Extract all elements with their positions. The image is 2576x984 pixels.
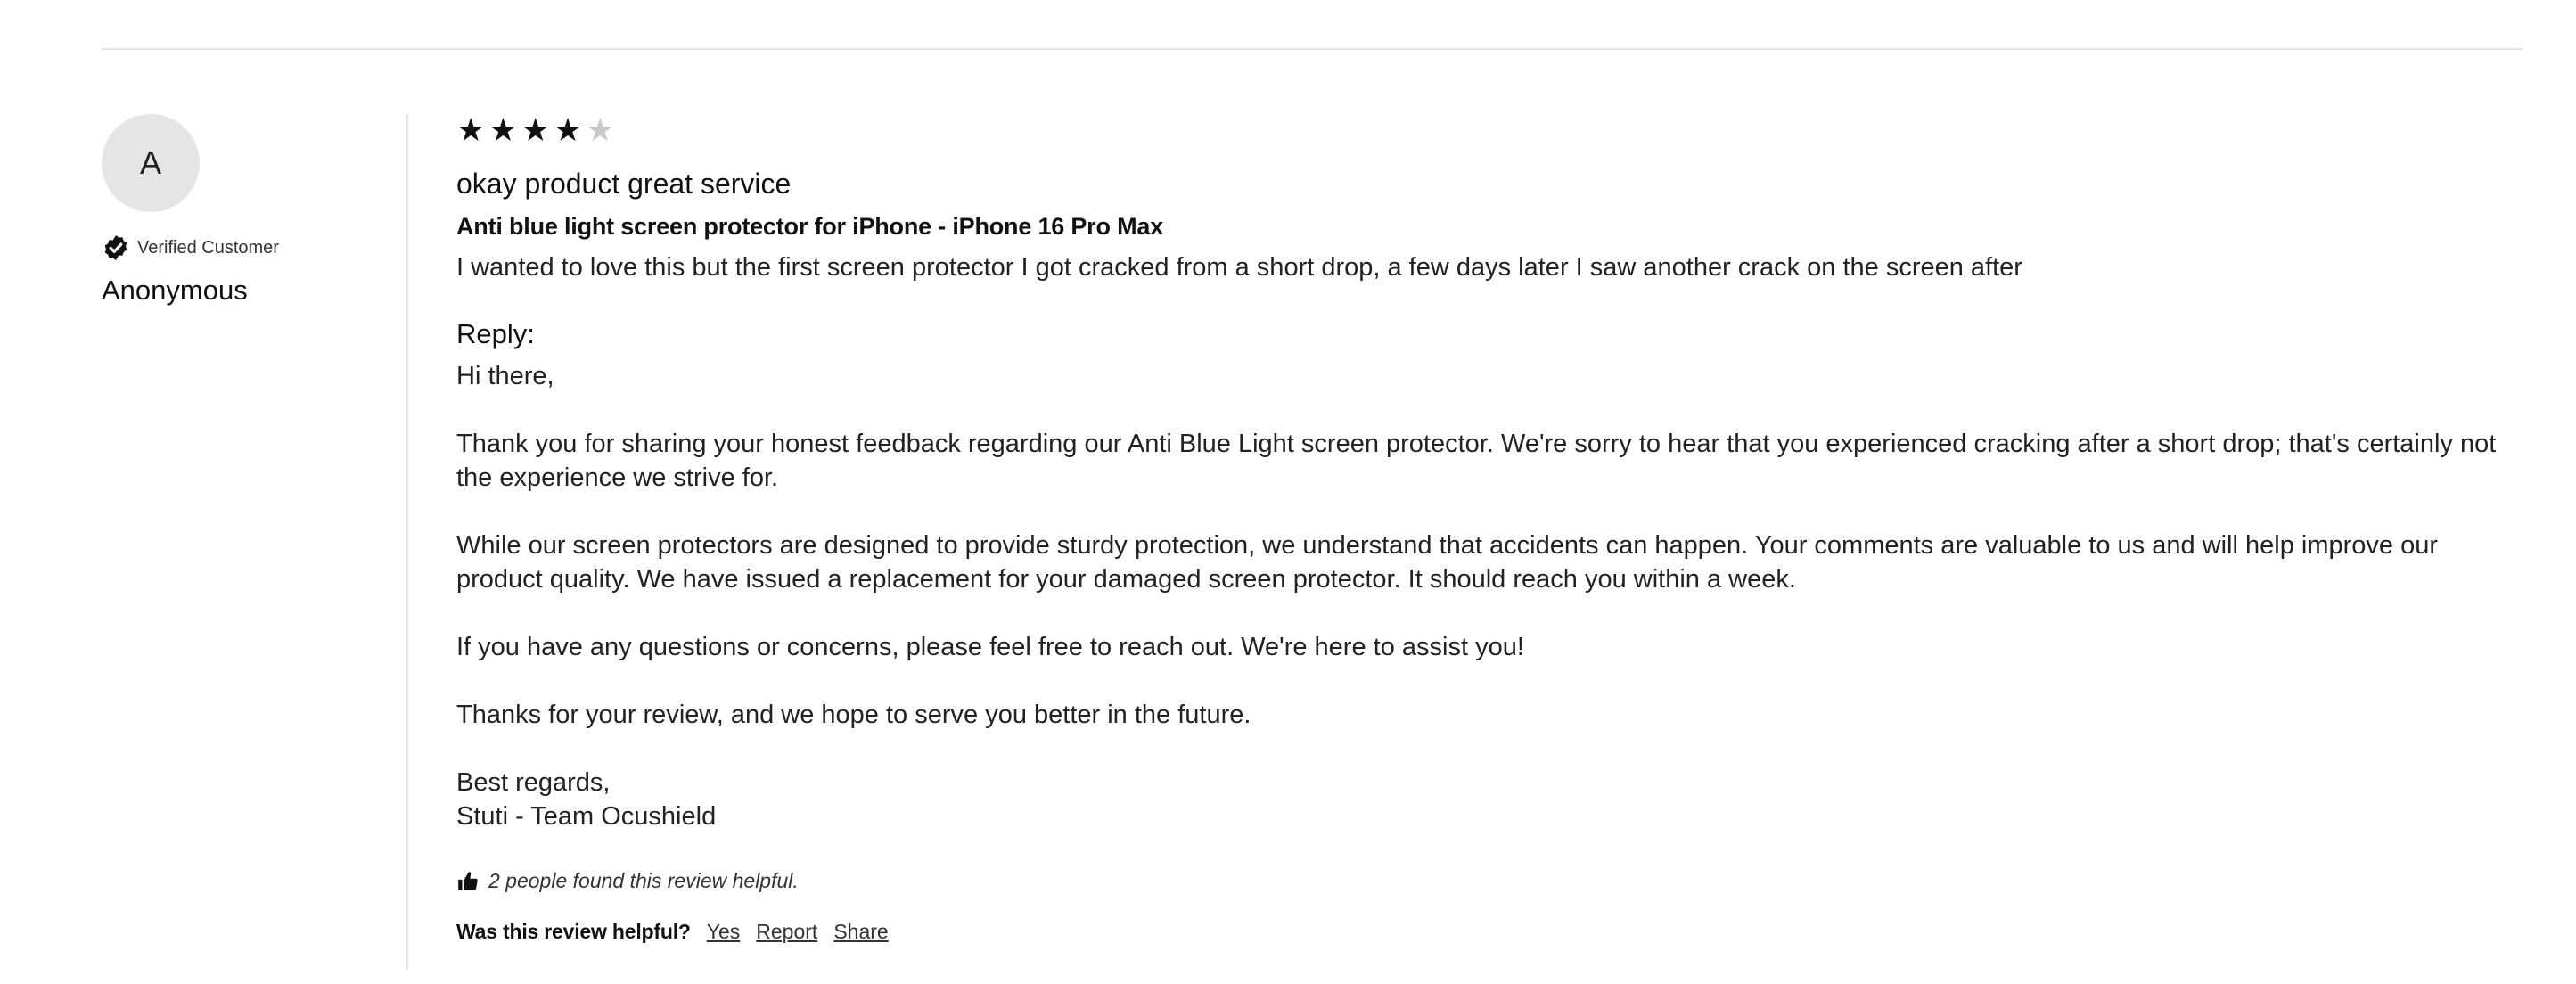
star-filled-icon: ★	[521, 111, 550, 148]
avatar-initial: A	[139, 144, 161, 181]
helpful-count-text: 2 people found this review helpful.	[488, 869, 799, 892]
star-filled-icon: ★	[553, 111, 583, 148]
reply-paragraph: Thanks for your review, and we hope to s…	[456, 701, 1251, 729]
reply-signature: Stuti - Team Ocushield	[456, 802, 717, 831]
star-empty-icon: ★	[586, 111, 615, 148]
reply-paragraph: Thank you for sharing your honest feedba…	[456, 430, 2497, 492]
helpful-actions: Was this review helpful? Yes Report Shar…	[456, 920, 2524, 944]
share-link[interactable]: Share	[833, 920, 888, 944]
review-title: okay product great service	[456, 168, 792, 200]
review-body: I wanted to love this but the first scre…	[456, 253, 2022, 282]
star-filled-icon: ★	[488, 111, 518, 148]
star-rating: ★ ★ ★ ★ ★	[456, 112, 2524, 148]
reply-paragraph: If you have any questions or concerns, p…	[456, 633, 1524, 661]
reply-body: Hi there, Thank you for sharing your hon…	[456, 359, 2524, 833]
star-filled-icon: ★	[456, 111, 486, 148]
reply-signoff-line: Best regards,	[456, 768, 611, 797]
report-link[interactable]: Report	[756, 920, 817, 944]
yes-link[interactable]: Yes	[707, 920, 741, 944]
top-divider	[102, 48, 2523, 50]
reviewer-panel: A Verified Customer Anonymous	[102, 114, 369, 307]
reply-label: Reply:	[456, 318, 535, 349]
helpful-count: 2 people found this review helpful.	[456, 869, 2524, 893]
thumbs-up-icon	[458, 871, 478, 890]
verified-check-badge-icon	[104, 235, 127, 260]
verified-badge: Verified Customer	[102, 234, 369, 262]
review-content: ★ ★ ★ ★ ★ okay product great service Anti bl…	[456, 112, 2524, 944]
reply-paragraph: While our screen protectors are designed…	[456, 531, 2438, 594]
reviewer-name: Anonymous	[102, 275, 248, 306]
reply-greeting: Hi there,	[456, 362, 554, 390]
verified-label: Verified Customer	[137, 237, 279, 258]
reply-signoff: Best regards, Stuti - Team Ocushield	[456, 766, 2524, 833]
avatar: A	[102, 114, 200, 212]
helpful-question: Was this review helpful?	[456, 920, 691, 943]
vertical-divider	[406, 114, 408, 970]
review-product: Anti blue light screen protector for iPh…	[456, 213, 1164, 240]
